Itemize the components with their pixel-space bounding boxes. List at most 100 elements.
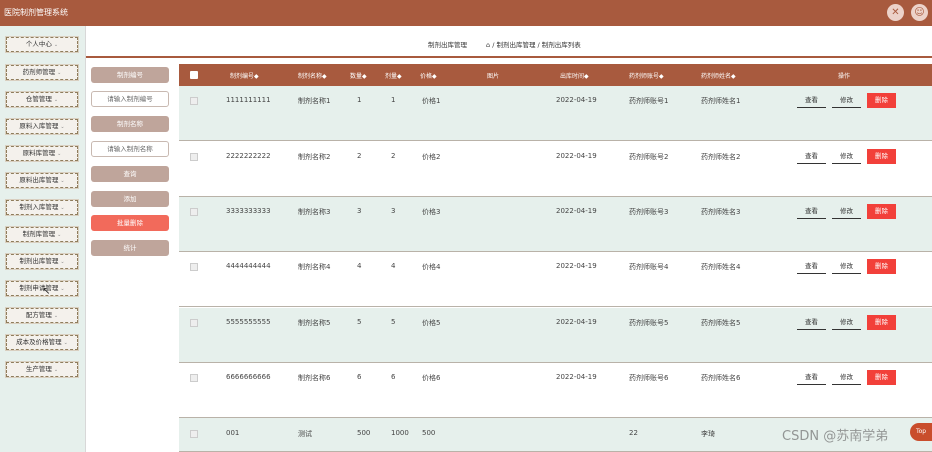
- delete-button[interactable]: 删除: [867, 93, 896, 108]
- code-search-input[interactable]: 请输入制剂编号: [91, 91, 169, 107]
- view-button[interactable]: 查看: [797, 149, 826, 164]
- edit-button[interactable]: 修改: [832, 204, 861, 219]
- cell-name: 测试: [298, 430, 312, 438]
- sidebar-item-label: 成本及价格管理: [16, 338, 62, 346]
- select-all-checkbox[interactable]: [190, 71, 198, 79]
- delete-button[interactable]: 删除: [867, 315, 896, 330]
- cell-qty: 6: [357, 373, 362, 381]
- cell-pname: 药剂师姓名6: [701, 374, 741, 382]
- view-button[interactable]: 查看: [797, 259, 826, 274]
- cell-qty: 3: [357, 207, 362, 215]
- row-checkbox[interactable]: [190, 97, 198, 105]
- add-button[interactable]: 添加: [91, 191, 169, 207]
- view-button[interactable]: 查看: [797, 204, 826, 219]
- cell-qty: 1: [357, 96, 362, 104]
- sidebar-item-label: 原料入库管理: [19, 122, 59, 130]
- cell-name: 制剂名称6: [298, 374, 331, 382]
- edit-button[interactable]: 修改: [832, 259, 861, 274]
- view-button[interactable]: 查看: [797, 370, 826, 385]
- cell-code: 6666666666: [226, 373, 271, 381]
- cell-price: 500: [422, 429, 436, 437]
- sidebar-item-prep-in[interactable]: 制剂入库管理 ⌄: [6, 200, 78, 215]
- sidebar-item-label: 药剂师管理: [22, 68, 56, 76]
- view-button[interactable]: 查看: [797, 93, 826, 108]
- row-checkbox[interactable]: [190, 319, 198, 327]
- watermark: CSDN @苏南学弟: [782, 429, 889, 444]
- sidebar-item-raw-out[interactable]: 原料出库管理 ⌄: [6, 173, 78, 188]
- column-header-actions: 操作: [838, 73, 851, 80]
- cell-code: 4444444444: [226, 262, 271, 270]
- edit-button[interactable]: 修改: [832, 93, 861, 108]
- cell-price: 价格6: [422, 374, 441, 382]
- row-checkbox[interactable]: [190, 153, 198, 161]
- chevron-down-icon: ⌄: [57, 232, 62, 238]
- back-to-top-button[interactable]: Top: [910, 423, 932, 441]
- row-checkbox[interactable]: [190, 263, 198, 271]
- sidebar-item-formula[interactable]: 配方管理 ⌄: [6, 308, 78, 323]
- sidebar-item-cost-price[interactable]: 成本及价格管理 ⌄: [6, 335, 78, 350]
- cell-acct: 药剂师账号1: [629, 97, 669, 105]
- cell-acct: 药剂师账号2: [629, 153, 669, 161]
- sidebar-item-raw-in[interactable]: 原料入库管理 ⌄: [6, 119, 78, 134]
- cell-qty: 5: [357, 318, 362, 326]
- chevron-down-icon: ⌄: [60, 124, 65, 130]
- row-checkbox[interactable]: [190, 430, 198, 438]
- column-header-dose[interactable]: 剂量◆: [385, 71, 402, 80]
- chevron-down-icon: ⌄: [57, 151, 62, 157]
- cell-pname: 药剂师姓名2: [701, 153, 741, 161]
- column-header-time[interactable]: 出库时间◆: [560, 71, 589, 80]
- cell-acct: 药剂师账号5: [629, 319, 669, 327]
- column-header-account[interactable]: 药剂师账号◆: [629, 71, 664, 80]
- row-checkbox[interactable]: [190, 208, 198, 216]
- delete-button[interactable]: 删除: [867, 204, 896, 219]
- cell-time: 2022-04-19: [556, 262, 597, 270]
- column-header-qty[interactable]: 数量◆: [350, 71, 367, 80]
- sidebar-item-prep-out[interactable]: 制剂出库管理 ⌄: [6, 254, 78, 269]
- top-bar: [0, 0, 932, 26]
- sidebar-item-label: 生产管理: [25, 365, 52, 373]
- batch-delete-button[interactable]: 批量删除: [91, 215, 169, 231]
- code-filter-label: 制剂编号: [91, 67, 169, 83]
- query-button[interactable]: 查询: [91, 166, 169, 182]
- delete-button[interactable]: 删除: [867, 149, 896, 164]
- edit-button[interactable]: 修改: [832, 315, 861, 330]
- cell-acct: 22: [629, 429, 638, 437]
- column-header-pharmacist-name[interactable]: 药剂师姓名◆: [701, 71, 736, 80]
- sidebar-item-raw-stock[interactable]: 原料库管理 ⌄: [6, 146, 78, 161]
- delete-button[interactable]: 删除: [867, 370, 896, 385]
- column-header-price[interactable]: 价格◆: [420, 71, 437, 80]
- edit-button[interactable]: 修改: [832, 370, 861, 385]
- sidebar-item-warehouse[interactable]: 仓管管理 ⌄: [6, 92, 78, 107]
- sidebar-item-label: 原料库管理: [22, 149, 56, 157]
- row-checkbox[interactable]: [190, 374, 198, 382]
- cell-name: 制剂名称1: [298, 97, 331, 105]
- edit-button[interactable]: 修改: [832, 149, 861, 164]
- chevron-down-icon: ⌄: [57, 70, 62, 76]
- cell-name: 制剂名称2: [298, 153, 331, 161]
- breadcrumb[interactable]: ⌂ / 制剂出库管理 / 制剂出库列表: [486, 39, 581, 49]
- view-button[interactable]: 查看: [797, 315, 826, 330]
- cell-qty: 2: [357, 152, 362, 160]
- cell-qty: 4: [357, 262, 362, 270]
- column-header-code[interactable]: 制剂编号◆: [230, 71, 259, 80]
- delete-button[interactable]: 删除: [867, 259, 896, 274]
- cell-acct: 药剂师账号4: [629, 263, 669, 271]
- name-filter-label: 制剂名称: [91, 116, 169, 132]
- sidebar-item-personal-center[interactable]: 个人中心 ⌄: [6, 37, 78, 52]
- sidebar-item-pharmacist[interactable]: 药剂师管理 ⌄: [6, 65, 78, 80]
- cell-time: 2022-04-19: [556, 373, 597, 381]
- sidebar-item-label: 个人中心: [25, 40, 52, 48]
- chevron-down-icon: ⌄: [53, 367, 59, 373]
- column-header-name[interactable]: 制剂名称◆: [298, 71, 327, 80]
- name-search-input[interactable]: 请输入制剂名称: [91, 141, 169, 157]
- close-circle-icon[interactable]: ✕: [887, 4, 904, 21]
- cell-pname: 药剂师姓名1: [701, 97, 741, 105]
- sidebar-item-label: 配方管理: [25, 311, 52, 319]
- sidebar-item-label: 制剂入库管理: [19, 203, 59, 211]
- cell-name: 制剂名称5: [298, 319, 331, 327]
- sidebar-item-prep-stock[interactable]: 制剂库管理 ⌄: [6, 227, 78, 242]
- user-circle-icon[interactable]: ☺: [911, 4, 928, 21]
- statistics-button[interactable]: 统计: [91, 240, 169, 256]
- chevron-down-icon: ⌄: [60, 259, 65, 265]
- sidebar-item-production[interactable]: 生产管理 ⌄: [6, 362, 78, 377]
